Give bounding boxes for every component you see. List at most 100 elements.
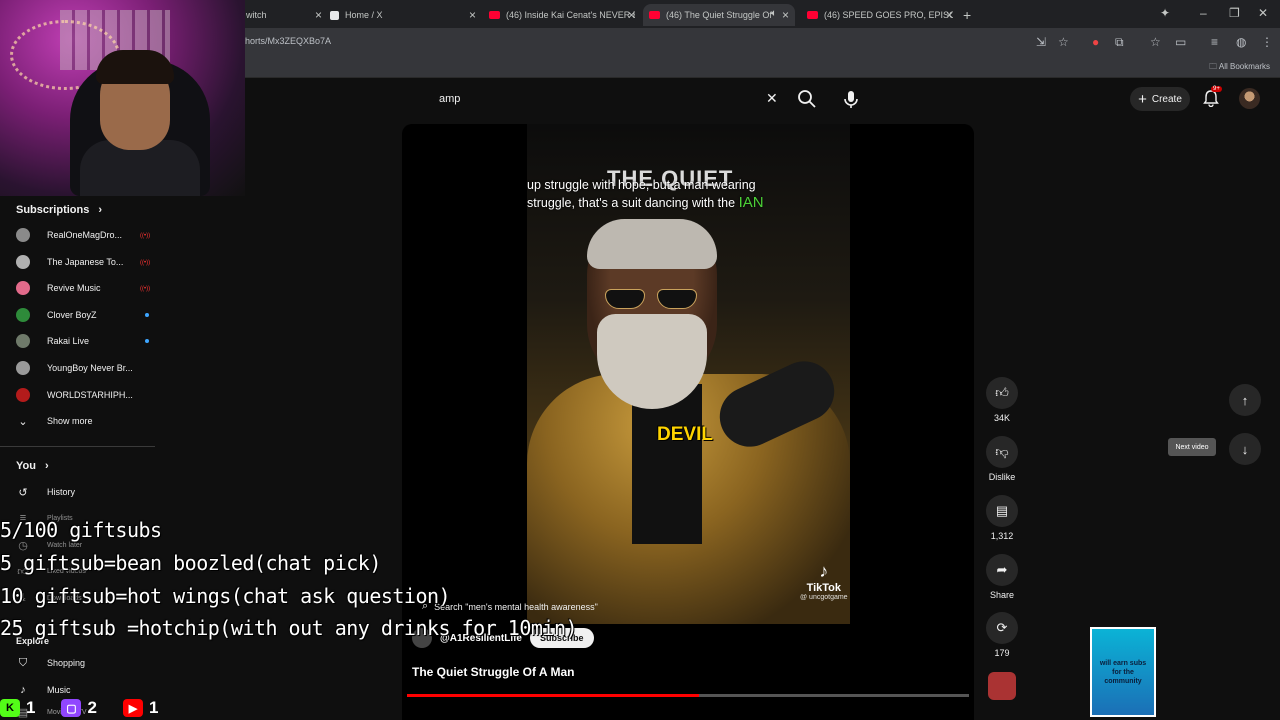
menu-lines-icon[interactable]: ≡ [1211, 35, 1218, 49]
account-avatar[interactable] [1239, 88, 1260, 109]
channel-avatar [16, 388, 30, 402]
microphone-icon[interactable] [840, 88, 862, 110]
close-tab-icon[interactable]: × [628, 8, 635, 22]
speaker-icon[interactable]: 🔈︎ [771, 8, 777, 19]
sound-thumbnail[interactable] [988, 672, 1016, 700]
gemini-icon[interactable]: ✦ [1160, 6, 1170, 20]
arrow-up-icon: ↑ [1241, 392, 1249, 408]
subscription-item[interactable]: RealOneMagDro... ((•)) [16, 225, 150, 245]
url-field[interactable]: horts/Mx3ZEQXBo7A [245, 36, 331, 46]
all-bookmarks-button[interactable]: 🗀︎ All Bookmarks [1209, 61, 1270, 75]
close-tab-icon[interactable]: × [315, 8, 322, 22]
previous-video-button[interactable]: ↑ [1229, 384, 1261, 416]
comment-count: 1,312 [990, 531, 1014, 541]
tab-youtube-quiet-struggle[interactable]: (46) The Quiet Struggle Of 🔈︎ × [643, 4, 795, 26]
sidebar-item-label: Shopping [47, 658, 86, 668]
thumbs-up-icon[interactable]: 👍︎ [986, 377, 1018, 409]
notifications-button[interactable]: 9+ [1202, 86, 1222, 108]
short-video-frame[interactable]: THE QUIET up struggle with hope, but a m… [527, 124, 850, 624]
tab-title: (46) Inside Kai Cenat's NEVER E [506, 10, 635, 20]
progress-fill [407, 694, 700, 697]
stream-overlay-ad: will earn subs for the community [1090, 627, 1156, 717]
tab-x[interactable]: Home / X × [330, 4, 476, 26]
subscription-item[interactable]: WORLDSTARHIPH... [16, 385, 146, 405]
remix-count: 179 [994, 648, 1010, 658]
minimize-icon[interactable]: – [1200, 6, 1207, 20]
tab-youtube-kai[interactable]: (46) Inside Kai Cenat's NEVER E × [489, 4, 635, 26]
caption-highlight: IAN [738, 194, 764, 211]
subscription-item[interactable]: YoungBoy Never Br... [16, 358, 146, 378]
puzzle-icon[interactable]: ⧉ [1115, 35, 1124, 50]
share-action[interactable]: ➦ Share [986, 554, 1018, 600]
thumbs-down-icon[interactable]: 👎︎ [986, 436, 1018, 468]
progress-bar[interactable] [407, 694, 969, 697]
share-icon[interactable]: ➦ [986, 554, 1018, 586]
subscriptions-heading[interactable]: Subscriptions › [16, 204, 102, 216]
clear-search-icon[interactable]: ✕ [766, 90, 778, 107]
short-title[interactable]: The Quiet Struggle Of A Man [412, 665, 574, 679]
tiktok-label: TikTok [806, 582, 841, 594]
youtube-logo-icon [649, 11, 660, 19]
tiktok-logo-icon: ♪ [819, 561, 829, 581]
tiktok-watermark: ♪ TikTok @ uncgotgame [800, 561, 848, 601]
sidebar: Subscriptions › RealOneMagDro... ((•)) T… [0, 196, 155, 720]
next-video-button[interactable]: ↓ [1229, 433, 1261, 465]
search-query[interactable]: amp [439, 93, 460, 105]
create-label: Create [1151, 93, 1182, 105]
like-action[interactable]: 👍︎ 34K [986, 377, 1018, 423]
chevron-right-icon: › [98, 204, 103, 216]
show-more-button[interactable]: ⌄ Show more [16, 411, 146, 431]
bag-icon: ⛉ [18, 656, 28, 669]
reading-list-icon[interactable]: ☆ [1150, 35, 1161, 49]
comment-icon[interactable]: ▤ [986, 495, 1018, 527]
you-heading[interactable]: You › [16, 460, 49, 472]
sidebar-item-history[interactable]: ↺ History [16, 482, 146, 502]
ad-text: will earn subs for the community [1099, 659, 1147, 685]
kick-viewers: 1 [26, 698, 36, 717]
sunglasses [605, 289, 699, 311]
video-caption: up struggle with hope, but a man wearing… [527, 177, 827, 212]
tab-twitch[interactable]: witch × [246, 4, 322, 26]
close-tab-icon[interactable]: × [946, 8, 953, 22]
tab-title: Home / X [345, 10, 383, 20]
profile-icon[interactable]: ◍ [1236, 35, 1246, 49]
show-more-label: Show more [47, 416, 93, 426]
close-tab-icon[interactable]: × [469, 8, 476, 22]
install-icon[interactable]: ⇲ [1036, 35, 1046, 49]
channel-name: YoungBoy Never Br... [47, 363, 133, 373]
bookmark-star-icon[interactable]: ☆ [1058, 35, 1069, 49]
plus-icon: + [1138, 90, 1147, 108]
search-icon[interactable] [796, 88, 818, 110]
new-content-dot [145, 339, 149, 343]
maximize-icon[interactable]: ❐ [1229, 6, 1240, 20]
remix-icon[interactable]: ⟳ [986, 612, 1018, 644]
kebab-menu-icon[interactable]: ⋮ [1261, 35, 1273, 49]
subscription-item[interactable]: Revive Music ((•)) [16, 278, 150, 298]
remix-action[interactable]: ⟳ 179 [986, 612, 1018, 658]
sidepanel-icon[interactable]: ▭ [1175, 35, 1186, 49]
search-input[interactable]: amp ✕ [426, 84, 792, 114]
create-button[interactable]: + Create [1130, 87, 1190, 111]
chevron-right-icon: › [45, 460, 49, 472]
x-logo-icon [330, 10, 339, 20]
subscription-item[interactable]: Clover BoyZ [16, 305, 149, 325]
subscription-item[interactable]: The Japanese To... ((•)) [16, 252, 150, 272]
sidebar-item-shopping[interactable]: ⛉ Shopping [16, 653, 146, 673]
streamer-webcam [0, 0, 245, 196]
history-icon: ↺ [18, 486, 28, 499]
arrow-down-icon: ↓ [1241, 441, 1249, 457]
subscription-item[interactable]: Rakai Live [16, 331, 149, 351]
new-content-dot [145, 313, 149, 317]
tab-youtube-speed[interactable]: (46) SPEED GOES PRO, EPISODI × [807, 4, 953, 26]
dislike-label: Dislike [988, 472, 1016, 482]
extension-icon[interactable]: ● [1092, 35, 1099, 49]
close-tab-icon[interactable]: × [782, 8, 789, 22]
dislike-action[interactable]: 👎︎ Dislike [986, 436, 1018, 482]
channel-avatar [16, 334, 30, 348]
share-label: Share [989, 590, 1015, 600]
comments-action[interactable]: ▤ 1,312 [986, 495, 1018, 541]
close-window-icon[interactable]: ✕ [1258, 6, 1268, 20]
channel-name: Revive Music [47, 283, 101, 293]
sidebar-item-label: Music [47, 685, 71, 695]
new-tab-button[interactable]: + [963, 4, 977, 26]
